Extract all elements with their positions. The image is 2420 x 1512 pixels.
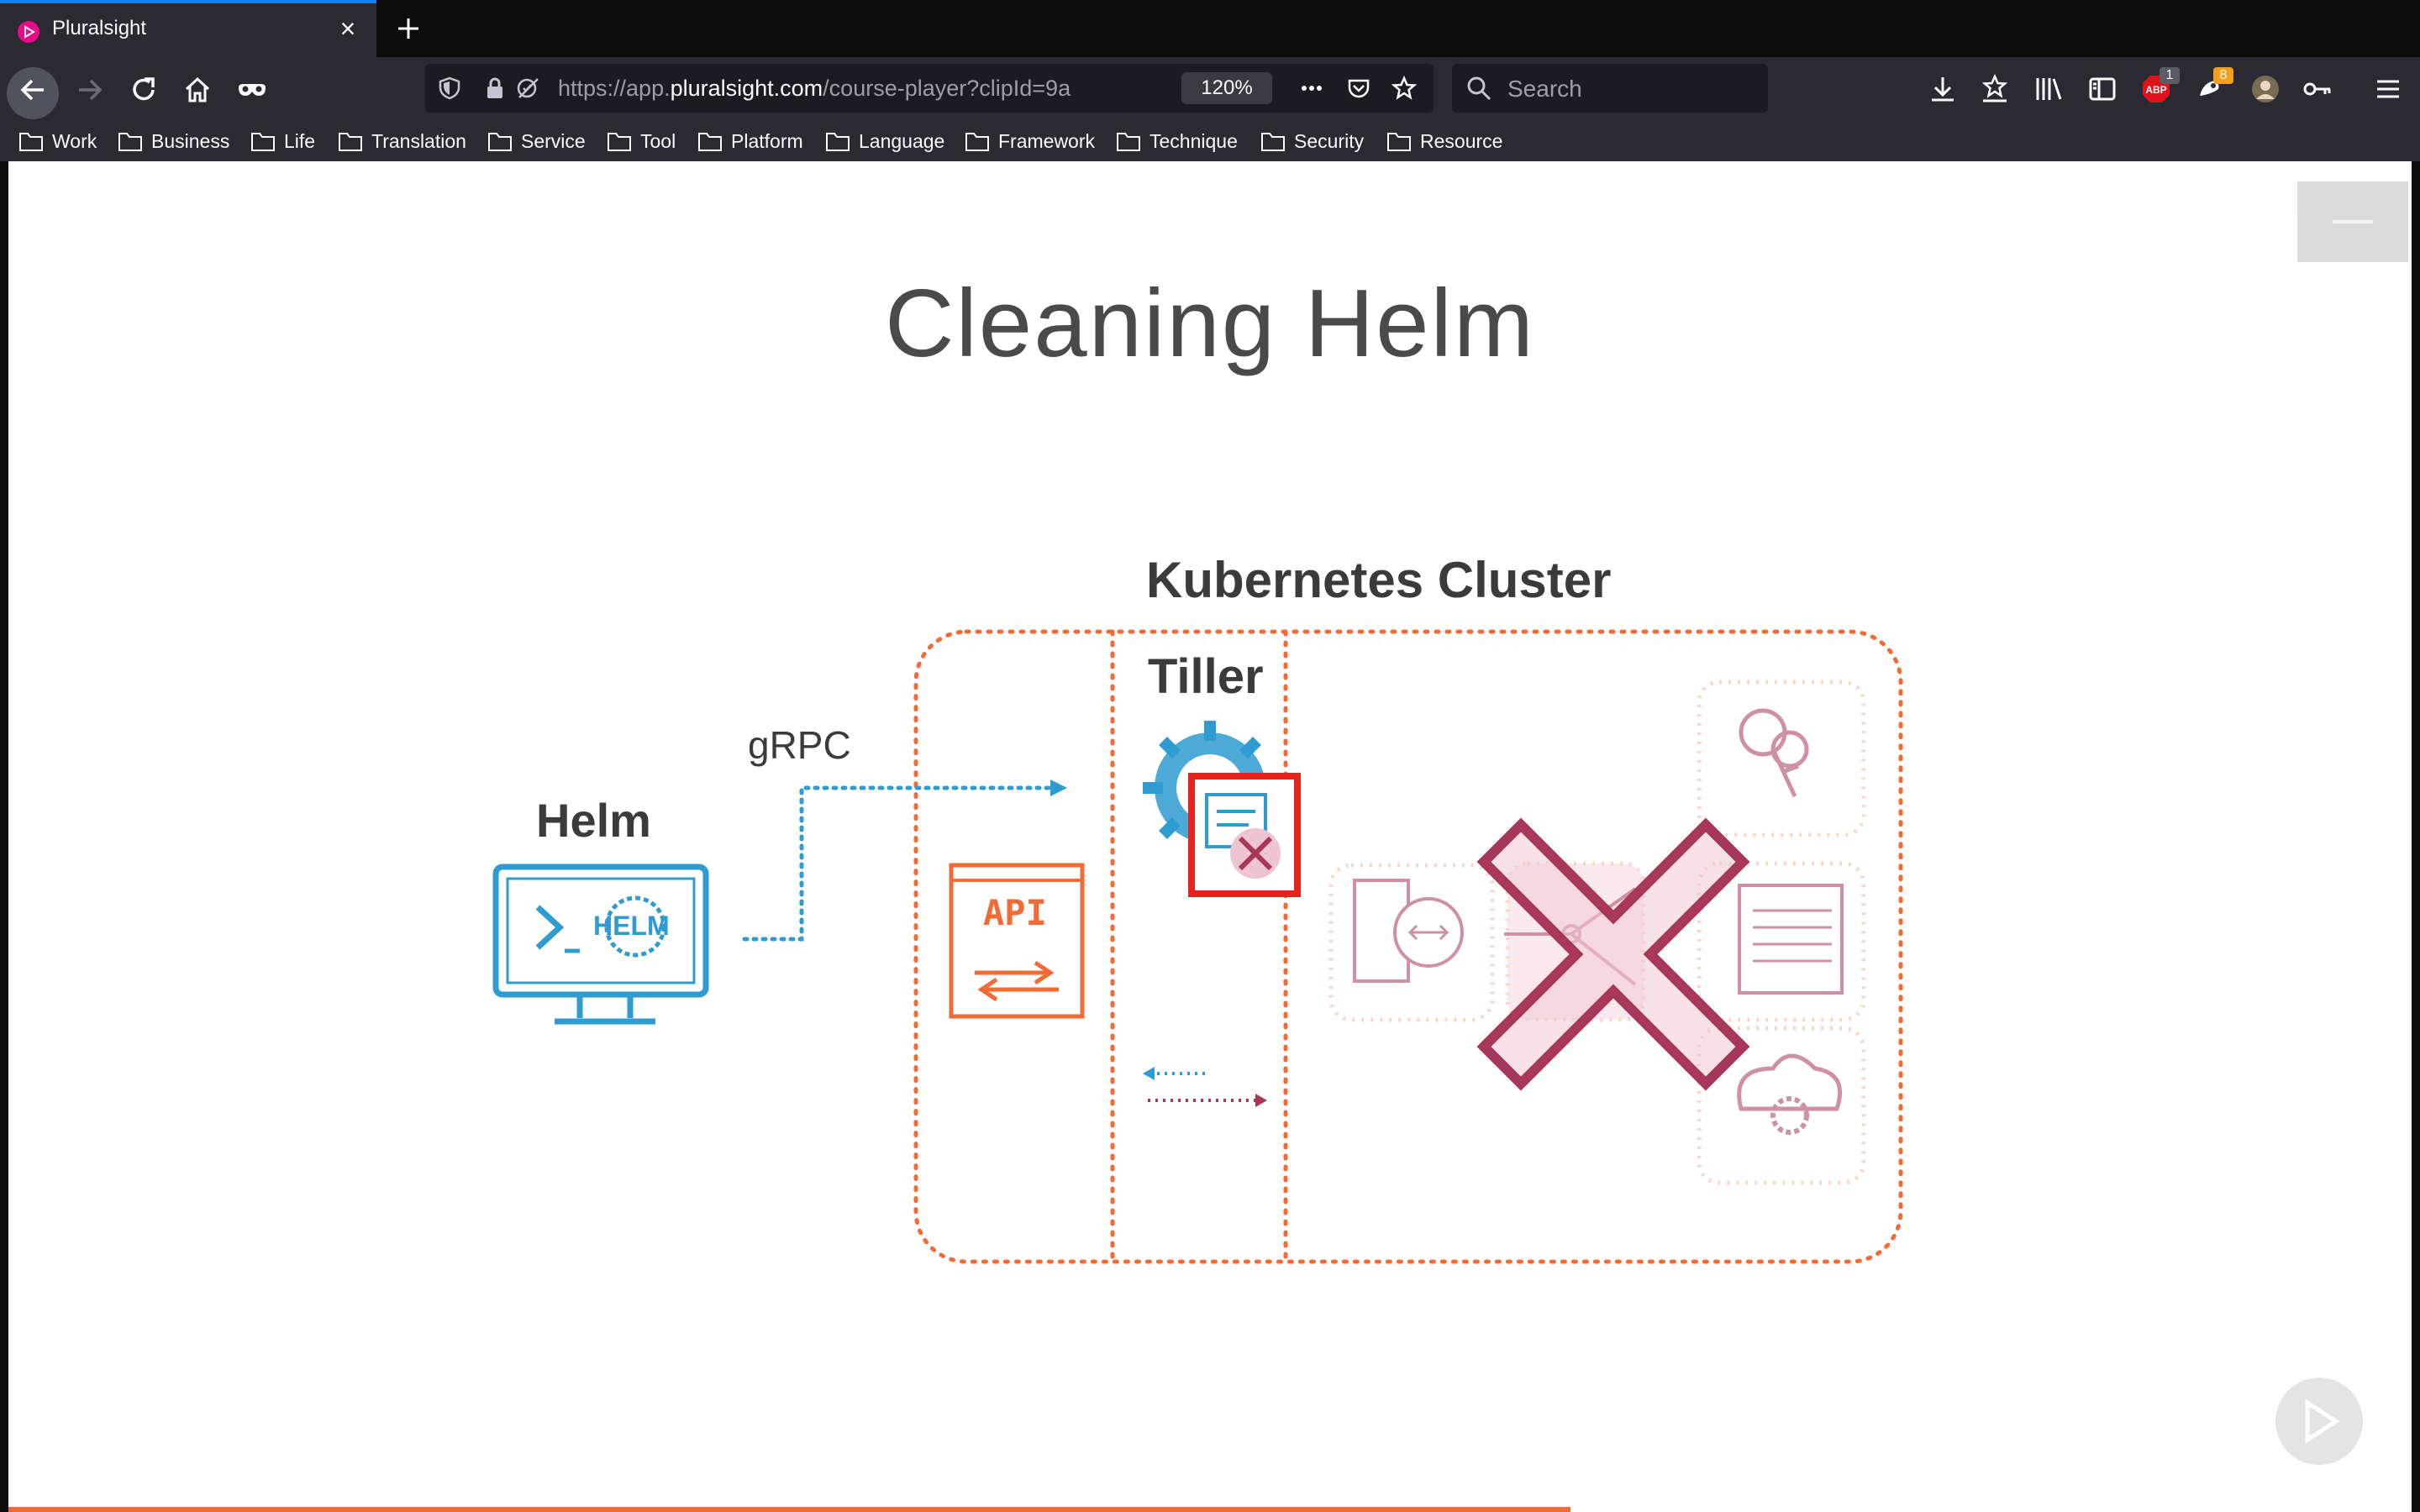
- helm-architecture-diagram: [492, 629, 1903, 1264]
- helm-label: Helm: [536, 794, 651, 847]
- active-tab[interactable]: Pluralsight ×: [0, 0, 376, 57]
- bookmark-folder-technique[interactable]: Technique: [1116, 126, 1238, 156]
- star-icon[interactable]: [1392, 76, 1417, 101]
- extension-badge: 8: [2213, 67, 2233, 84]
- private-browsing-button[interactable]: [225, 64, 276, 114]
- search-placeholder: Search: [1507, 76, 1582, 102]
- adblock-badge: 1: [2160, 67, 2180, 84]
- folder-icon: [1261, 133, 1285, 151]
- search-icon: [1467, 76, 1491, 101]
- tab-title: Pluralsight: [52, 17, 147, 39]
- avatar-icon[interactable]: [2250, 74, 2281, 104]
- bookmark-folder-framework[interactable]: Framework: [965, 126, 1095, 156]
- menu-icon[interactable]: [2373, 74, 2403, 104]
- svg-text:ABP: ABP: [2145, 84, 2166, 96]
- home-icon: [185, 76, 210, 102]
- lock-icon[interactable]: [482, 76, 508, 101]
- play-button[interactable]: [2275, 1378, 2363, 1465]
- bookmark-folder-security[interactable]: Security: [1260, 126, 1364, 156]
- folder-icon: [118, 133, 142, 151]
- tab-close-button[interactable]: ×: [333, 13, 363, 44]
- bookmark-folder-work[interactable]: Work: [18, 126, 97, 156]
- key-icon[interactable]: [2302, 74, 2333, 104]
- video-player[interactable]: Cleaning Helm Kubernetes Cluster Tiller …: [8, 161, 2412, 1512]
- extension-button[interactable]: 8: [2195, 67, 2235, 109]
- pluralsight-icon: [18, 21, 39, 43]
- playback-progress-bar[interactable]: [8, 1507, 2412, 1512]
- library-icon[interactable]: [2033, 74, 2064, 104]
- helm-monitor-icon: [492, 864, 709, 1025]
- tab-strip: Pluralsight ×: [0, 0, 2420, 57]
- grpc-label: gRPC: [748, 723, 851, 767]
- bookmark-folder-language[interactable]: Language: [825, 126, 944, 156]
- helm-logo-text: HELM: [593, 911, 670, 941]
- sidebar-icon[interactable]: [2087, 74, 2118, 104]
- release-delete-icon: [1188, 773, 1301, 897]
- api-server-icon: [949, 863, 1085, 1019]
- folder-icon: [698, 133, 722, 151]
- url-text[interactable]: https://app.pluralsight.com/course-playe…: [558, 76, 1213, 102]
- back-button[interactable]: [3, 64, 59, 119]
- api-label: API: [983, 892, 1047, 933]
- adblock-button[interactable]: ABP 1: [2141, 67, 2181, 109]
- bookmark-folder-platform[interactable]: Platform: [697, 126, 803, 156]
- search-bar[interactable]: Search: [1452, 64, 1768, 113]
- cluster-label: Kubernetes Cluster: [1146, 552, 1612, 608]
- permissions-icon[interactable]: [516, 76, 541, 101]
- pocket-icon[interactable]: [1346, 76, 1371, 101]
- mask-icon: [239, 84, 266, 96]
- reload-button[interactable]: [118, 64, 168, 114]
- new-tab-button[interactable]: [390, 10, 427, 47]
- folder-icon: [488, 133, 512, 151]
- forward-icon: [79, 79, 103, 101]
- bookmark-folder-translation[interactable]: Translation: [338, 126, 466, 156]
- more-icon[interactable]: [1299, 76, 1324, 101]
- shield-icon[interactable]: [437, 76, 462, 101]
- folder-icon: [1117, 133, 1140, 151]
- home-button[interactable]: [171, 64, 222, 114]
- bookmark-folder-service[interactable]: Service: [487, 126, 586, 156]
- folder-icon: [965, 133, 989, 151]
- folder-icon: [608, 133, 631, 151]
- grpc-arrowhead: [1050, 780, 1067, 796]
- playback-progress-fill: [8, 1507, 1570, 1512]
- bookmarks-toolbar: Work Business Life Translation Service T…: [0, 121, 2420, 161]
- folder-icon: [339, 133, 362, 151]
- folder-icon: [251, 133, 275, 151]
- navigation-toolbar: https://app.pluralsight.com/course-playe…: [0, 57, 2420, 121]
- forward-button[interactable]: [64, 64, 114, 114]
- bookmark-folder-resource[interactable]: Resource: [1386, 126, 1502, 156]
- folder-icon: [1387, 133, 1411, 151]
- play-icon: [2305, 1399, 2340, 1444]
- tiller-label: Tiller: [1148, 649, 1264, 704]
- reload-icon: [133, 77, 155, 101]
- bookmarks-icon[interactable]: [1980, 74, 2010, 104]
- zoom-level[interactable]: 120%: [1181, 72, 1272, 104]
- download-icon[interactable]: [1928, 74, 1958, 104]
- url-bar[interactable]: https://app.pluralsight.com/course-playe…: [425, 64, 1434, 113]
- back-icon: [20, 79, 44, 101]
- folder-icon: [19, 133, 43, 151]
- folder-icon: [826, 133, 850, 151]
- bookmark-folder-business[interactable]: Business: [118, 126, 229, 156]
- bookmark-folder-tool[interactable]: Tool: [607, 126, 676, 156]
- bookmark-folder-life[interactable]: Life: [250, 126, 315, 156]
